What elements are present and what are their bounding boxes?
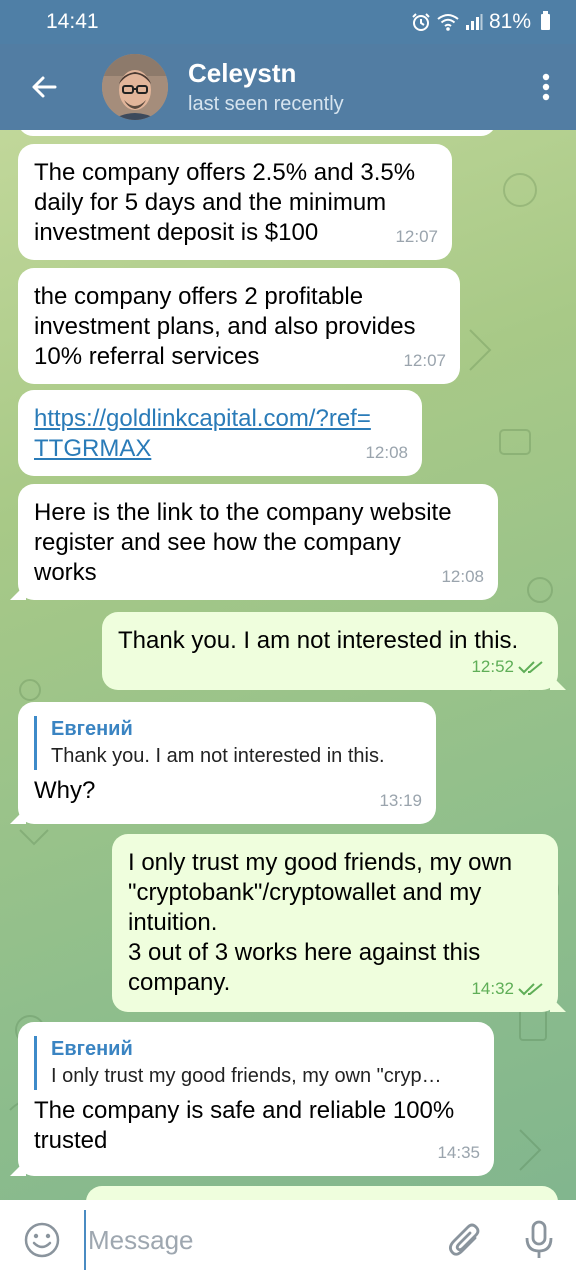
arrow-left-icon: [32, 76, 57, 98]
message-bubble-partial[interactable]: [86, 1186, 558, 1200]
message-time: 12:07: [403, 351, 446, 370]
double-check-icon: [518, 661, 543, 674]
message-bubble-incoming[interactable]: The company offers 2.5% and 3.5% daily f…: [18, 144, 452, 260]
battery-percent: 81%: [488, 10, 531, 33]
message-text-line: intuition.: [128, 909, 218, 936]
message-text-line: 3 out of 3 works here against this: [128, 939, 481, 966]
message-text-line: Why?: [34, 777, 96, 804]
message-text: The company offers 2.5% and 3.5% daily f…: [34, 158, 436, 248]
message-bubble-outgoing[interactable]: I only trust my good friends, my own "cr…: [112, 834, 558, 1012]
message-bubble-incoming[interactable]: the company offers 2 profitable investme…: [18, 268, 460, 384]
wifi-icon: [437, 14, 459, 31]
quoted-reply[interactable]: Евгений Thank you. I am not interested i…: [34, 716, 420, 770]
message-text-line: I only trust my good friends, my own: [128, 849, 513, 876]
message-text-line: "cryptobank"/cryptowallet and my: [128, 879, 482, 906]
message-text-line: daily for 5 days and the minimum: [34, 189, 387, 216]
message-text-line: works: [34, 559, 97, 586]
message-list[interactable]: The company offers 2.5% and 3.5% daily f…: [0, 130, 576, 1200]
message-text-line: The company offers 2.5% and 3.5%: [34, 159, 416, 186]
message-input-bar: [0, 1200, 576, 1280]
message-status: 14:32: [471, 974, 544, 1004]
message-bubble-reply[interactable]: Евгений I only trust my good friends, my…: [18, 1022, 494, 1176]
message-time: 12:08: [365, 443, 408, 462]
attach-button[interactable]: [428, 1200, 502, 1280]
avatar-photo: [102, 54, 168, 120]
status-icons: 81%: [411, 10, 550, 34]
message-text-line: The company is safe and reliable 100%: [34, 1097, 455, 1124]
link-text-line: TTGRMAX: [34, 435, 152, 462]
double-check-icon: [518, 983, 543, 996]
message-time: 12:52: [471, 657, 514, 676]
message-text-line: investment plans, and also provides: [34, 313, 416, 340]
reply-author: Евгений: [51, 718, 133, 740]
message-time: 14:35: [437, 1143, 480, 1162]
chat-title-block[interactable]: Celeystn last seen recently: [188, 58, 516, 116]
message-text-line: 10% referral services: [34, 343, 260, 370]
reply-text: Thank you. I am not interested in this.: [51, 745, 385, 767]
chat-title: Celeystn: [188, 58, 297, 88]
message-status: 12:52: [471, 652, 544, 682]
website-link[interactable]: https://goldlinkcapital.com/?ref= TTGRMA…: [34, 404, 406, 464]
quoted-reply[interactable]: Евгений I only trust my good friends, my…: [34, 1036, 478, 1090]
battery-icon: [541, 11, 550, 30]
avatar[interactable]: [102, 54, 168, 120]
menu-button[interactable]: [516, 44, 576, 130]
alarm-icon: [412, 13, 430, 31]
signal-icon: [465, 14, 483, 30]
message-bubble-partial[interactable]: [18, 130, 496, 136]
status-bar: 14:41 81%: [0, 0, 576, 44]
status-time: 14:41: [46, 10, 99, 33]
message-bubble-reply[interactable]: Евгений Thank you. I am not interested i…: [18, 702, 436, 824]
chat-subtitle: last seen recently: [188, 93, 344, 115]
microphone-button[interactable]: [502, 1200, 576, 1280]
emoji-button[interactable]: [0, 1200, 84, 1280]
back-button[interactable]: [0, 44, 88, 130]
message-text-line: trusted: [34, 1127, 108, 1154]
message-time: 14:32: [471, 979, 514, 998]
message-text-line: the company offers 2 profitable: [34, 283, 364, 310]
message-bubble-link[interactable]: https://goldlinkcapital.com/?ref= TTGRMA…: [18, 390, 422, 476]
message-bubble-outgoing[interactable]: Thank you. I am not interested in this. …: [102, 612, 558, 690]
microphone-icon: [525, 1220, 553, 1258]
reply-author: Евгений: [51, 1038, 133, 1060]
link-text-line: https://goldlinkcapital.com/?ref=: [34, 405, 371, 432]
message-input[interactable]: [84, 1210, 428, 1270]
message-bubble-incoming[interactable]: Here is the link to the company website …: [18, 484, 498, 600]
message-text-line: register and see how the company: [34, 529, 401, 556]
message-text-line: investment deposit is $100: [34, 219, 319, 246]
paperclip-icon: [449, 1223, 480, 1256]
emoji-icon: [24, 1222, 60, 1258]
message-time: 13:19: [379, 791, 422, 810]
message-time: 12:08: [441, 567, 484, 586]
chat-header: Celeystn last seen recently: [0, 44, 576, 130]
reply-text: I only trust my good friends, my own "cr…: [51, 1065, 442, 1087]
message-time: 12:07: [395, 227, 438, 246]
message-text-line: Here is the link to the company website: [34, 499, 452, 526]
more-vertical-icon: [542, 73, 550, 101]
